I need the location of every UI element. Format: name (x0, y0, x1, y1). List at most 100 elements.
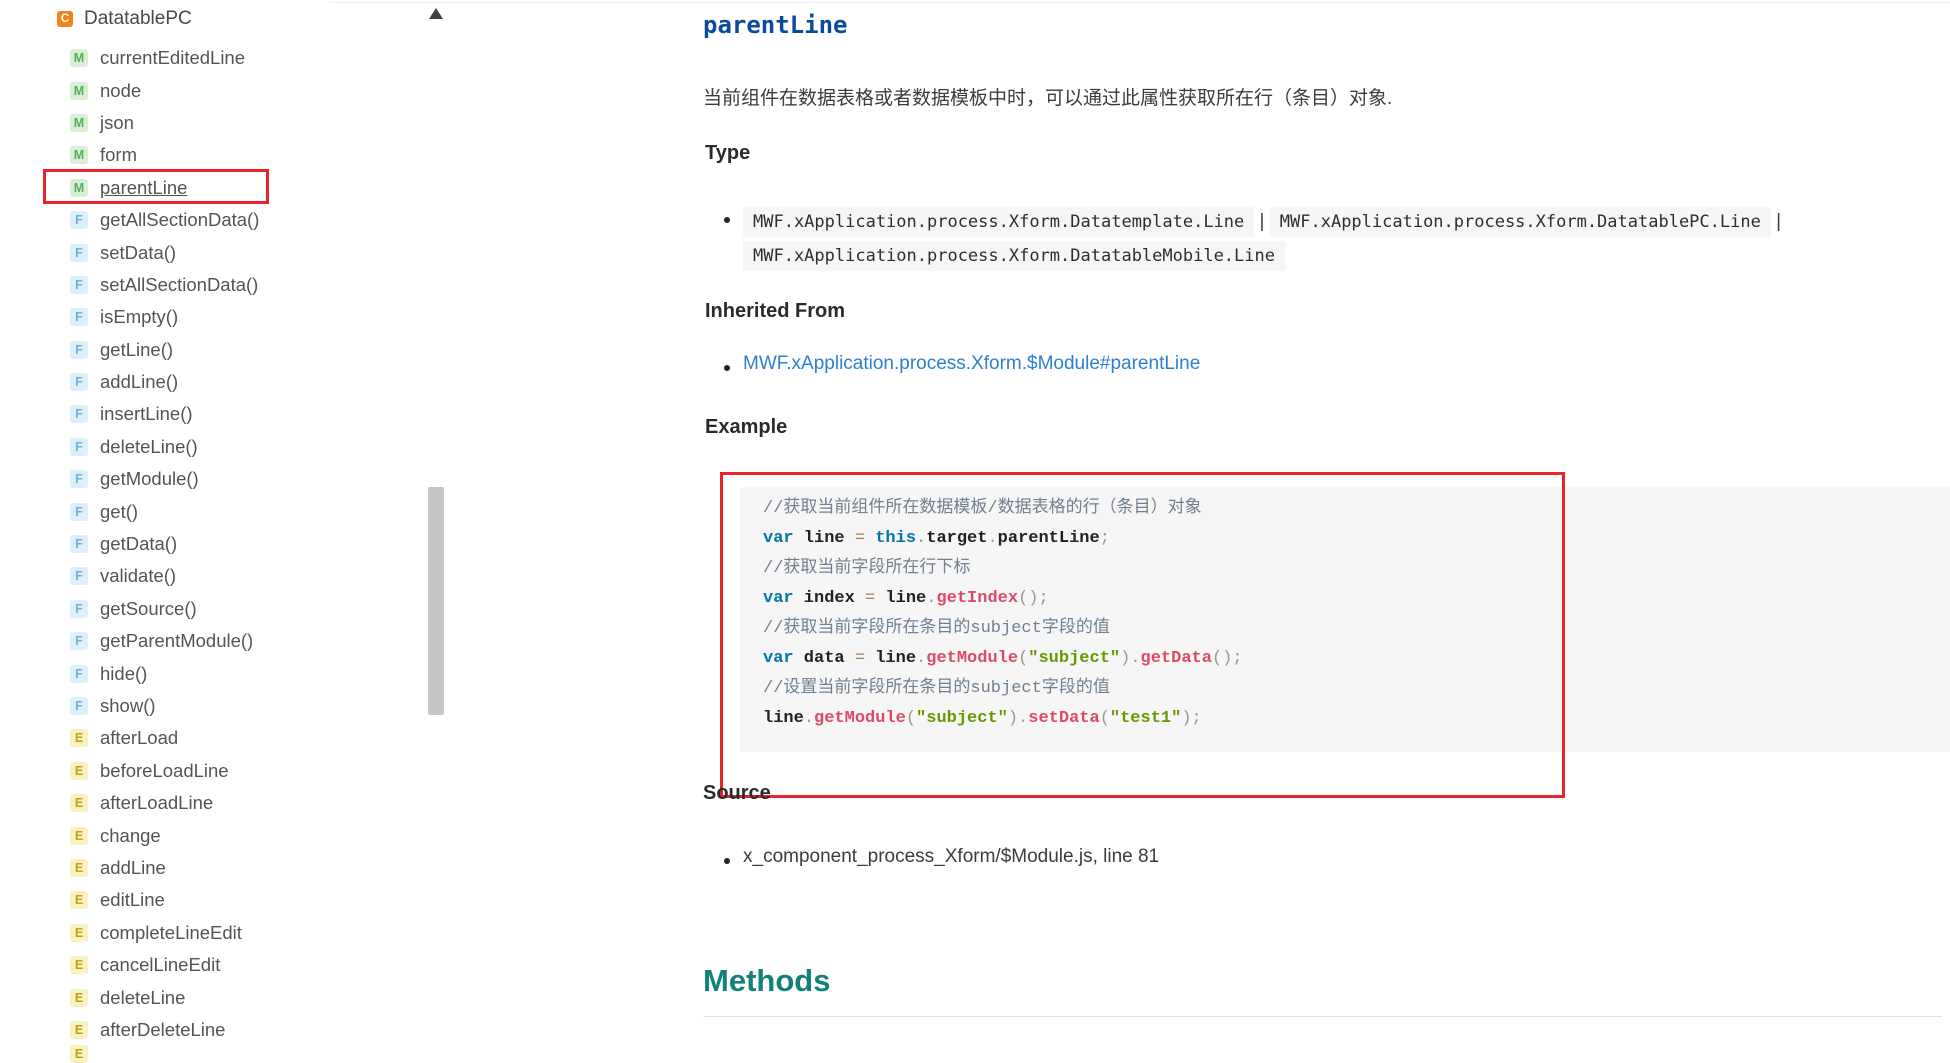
sidebar-item-label: afterLoad (100, 727, 179, 749)
sidebar-item-label: deleteLine (100, 986, 186, 1008)
sidebar-item-label: show() (100, 695, 156, 716)
sidebar-item-label: currentEditedLine (100, 47, 246, 69)
sidebar-item-label: getParentModule() (100, 630, 254, 652)
sidebar-item-addLine[interactable]: FaddLine() (0, 366, 420, 398)
sidebar-item-editLine[interactable]: EeditLine (0, 884, 420, 916)
source-list: x_component_process_Xform/$Module.js, li… (703, 846, 1913, 868)
type-separator: | (1254, 211, 1270, 232)
code-line: var line = this.target.parentLine; (763, 529, 1110, 548)
sidebar-item-label: hide() (100, 662, 148, 684)
property-title: parentLine (703, 11, 848, 39)
member-kind-badge: F (70, 308, 88, 327)
inherited-from-heading: Inherited From (705, 300, 846, 322)
methods-heading: Methods (703, 963, 831, 998)
member-kind-badge: F (70, 502, 88, 521)
code-line: var index = line.getIndex(); (763, 589, 1049, 608)
sidebar-item-label: change (100, 824, 161, 846)
sidebar-item-label: isEmpty() (100, 306, 179, 328)
sidebar-item-label: beforeLoadLine (100, 759, 229, 781)
sidebar-item-addLine[interactable]: EaddLine (0, 852, 420, 884)
sidebar-class-header[interactable]: C DatatablePC (57, 8, 192, 30)
sidebar-item-beforeLoadLine[interactable]: EbeforeLoadLine (0, 755, 420, 787)
member-kind-badge: F (70, 567, 88, 586)
sidebar-item-getParentModule[interactable]: FgetParentModule() (0, 625, 420, 657)
sidebar-item-hide[interactable]: Fhide() (0, 657, 420, 689)
member-kind-badge: M (70, 146, 88, 165)
inherited-from-list: MWF.xApplication.process.Xform.$Module#p… (703, 353, 1913, 375)
scrollbar-thumb[interactable] (428, 487, 444, 715)
code-line: //获取当前字段所在行下标 (763, 559, 971, 578)
member-kind-badge: F (70, 470, 88, 489)
member-kind-badge: E (70, 1020, 88, 1039)
sidebar-item-afterLoad[interactable]: EafterLoad (0, 722, 420, 754)
sidebar-item-setAllSectionData[interactable]: FsetAllSectionData() (0, 269, 420, 301)
sidebar-item-get[interactable]: Fget() (0, 495, 420, 527)
inherited-from-link[interactable]: MWF.xApplication.process.Xform.$Module#p… (743, 353, 1200, 374)
member-kind-badge: F (70, 340, 88, 359)
type-code: MWF.xApplication.process.Xform.Datatempl… (743, 207, 1255, 237)
sidebar-item-node[interactable]: Mnode (0, 74, 420, 106)
sidebar-item-currentEditedLine[interactable]: McurrentEditedLine (0, 42, 420, 74)
sidebar-item-label: getAllSectionData() (100, 209, 260, 231)
member-kind-badge: E (70, 923, 88, 942)
sidebar-item-label: deleteLine() (100, 435, 198, 457)
sidebar-item-deleteLine[interactable]: FdeleteLine() (0, 431, 420, 463)
sidebar-item-json[interactable]: Mjson (0, 107, 420, 139)
sidebar-item-completeLineEdit[interactable]: EcompleteLineEdit (0, 917, 420, 949)
sidebar-item-label: addLine() (100, 371, 179, 393)
member-kind-badge: F (70, 437, 88, 456)
member-kind-badge: F (70, 373, 88, 392)
sidebar-item-show[interactable]: Fshow() (0, 690, 420, 722)
sidebar-item-label: getData() (100, 533, 178, 555)
sidebar-item-getModule[interactable]: FgetModule() (0, 463, 420, 495)
sidebar-item-setData[interactable]: FsetData() (0, 236, 420, 268)
methods-divider-line (703, 1016, 1942, 1017)
type-list: MWF.xApplication.process.Xform.Datatempl… (703, 205, 1913, 273)
sidebar-item-parentLine[interactable]: MparentLine (0, 172, 420, 204)
member-kind-badge: E (70, 761, 88, 780)
sidebar-item-insertLine[interactable]: FinsertLine() (0, 398, 420, 430)
sidebar-item-getAllSectionData[interactable]: FgetAllSectionData() (0, 204, 420, 236)
class-badge: C (57, 11, 73, 27)
member-kind-badge: F (70, 275, 88, 294)
member-kind-badge: F (70, 599, 88, 618)
sidebar-item-getSource[interactable]: FgetSource() (0, 593, 420, 625)
sidebar-item-label: json (100, 111, 134, 133)
sidebar-item-label: editLine (100, 889, 165, 911)
member-kind-badge-cutoff: E (70, 1045, 88, 1063)
member-kind-badge: M (70, 178, 88, 197)
type-heading: Type (705, 142, 751, 164)
code-line: //获取当前组件所在数据模板/数据表格的行（条目）对象 (763, 499, 1202, 518)
sidebar-item-afterLoadLine[interactable]: EafterLoadLine (0, 787, 420, 819)
sidebar-item-form[interactable]: Mform (0, 139, 420, 171)
sidebar-item-label: get() (100, 500, 139, 522)
sidebar-item-change[interactable]: Echange (0, 819, 420, 851)
member-kind-badge: F (70, 243, 88, 262)
member-kind-badge: M (70, 49, 88, 68)
member-kind-badge: F (70, 535, 88, 554)
sidebar-list: McurrentEditedLine Mnode Mjson Mform Mparent… (0, 42, 420, 1046)
member-kind-badge: E (70, 858, 88, 877)
code-line: //获取当前字段所在条目的subject字段的值 (763, 619, 1110, 638)
sidebar-item-validate[interactable]: Fvalidate() (0, 560, 420, 592)
sidebar-item-afterDeleteLine[interactable]: EafterDeleteLine (0, 1014, 420, 1046)
sidebar-item-label: setAllSectionData() (100, 273, 259, 295)
type-list-item: MWF.xApplication.process.Xform.Datatempl… (703, 205, 1913, 273)
sidebar-item-isEmpty[interactable]: FisEmpty() (0, 301, 420, 333)
section-divider-line (330, 2, 1950, 3)
sidebar-item-cancelLineEdit[interactable]: EcancelLineEdit (0, 949, 420, 981)
sidebar-item-getData[interactable]: FgetData() (0, 528, 420, 560)
sidebar-item-label: form (100, 144, 137, 166)
scrollbar-up-arrow-icon[interactable] (429, 8, 443, 19)
sidebar-item-getLine[interactable]: FgetLine() (0, 334, 420, 366)
sidebar-item-label: setData() (100, 241, 177, 263)
example-code-block: //获取当前组件所在数据模板/数据表格的行（条目）对象 var line = th… (740, 487, 1950, 752)
type-separator: | (1770, 211, 1782, 232)
sidebar-class-title: DatatablePC (84, 8, 192, 29)
sidebar-item-deleteLine[interactable]: EdeleteLine (0, 981, 420, 1013)
sidebar-item-label: validate() (100, 565, 177, 587)
inherited-from-item: MWF.xApplication.process.Xform.$Module#p… (703, 353, 1913, 375)
member-kind-badge: E (70, 891, 88, 910)
example-code: //获取当前组件所在数据模板/数据表格的行（条目）对象 var line = th… (763, 494, 1930, 734)
type-code: MWF.xApplication.process.Xform.Datatable… (1269, 207, 1771, 237)
